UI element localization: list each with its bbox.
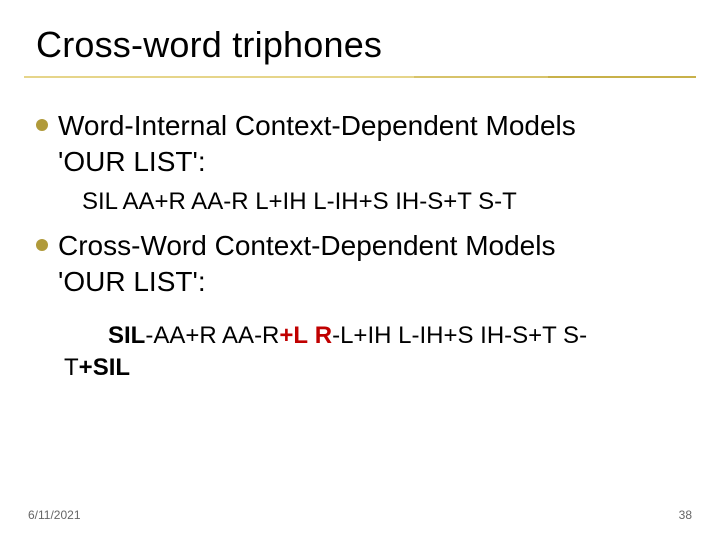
slide-title: Cross-word triphones [36,24,382,66]
bullet-lead: Word-Internal Context-Dependent Models [58,110,576,141]
tri-seg: SIL [108,322,145,349]
tri-seg [308,322,315,349]
bullet-text: Cross-Word Context-Dependent Models 'OUR… [58,228,555,300]
slide: Cross-word triphones Word-Internal Conte… [0,0,720,540]
bullet-sub: SIL AA+R AA-R L+IH L-IH+S IH-S+T S-T [82,186,684,218]
bullet-item: Cross-Word Context-Dependent Models 'OUR… [36,228,684,300]
bullet-text: Word-Internal Context-Dependent Models '… [58,108,576,180]
bullet-icon [36,239,48,251]
tri-seg: +L [279,322,308,349]
bullet-sub-wrap: T+SIL [64,352,684,384]
footer-date: 6/11/2021 [28,508,81,522]
bullet-cont: 'OUR LIST': [58,146,206,177]
bullet-cont: 'OUR LIST': [58,266,206,297]
tri-seg: -L+IH L-IH+S IH-S+T S- [332,322,587,349]
tri-seg: AA-R [222,322,279,349]
footer-page-number: 38 [679,508,692,522]
title-underline [24,76,696,78]
bullet-item: Word-Internal Context-Dependent Models '… [36,108,684,180]
tri-seg: -AA+R [145,322,222,349]
tri-seg: R [315,322,332,349]
bullet-sub: SIL-AA+R AA-R+L R-L+IH L-IH+S IH-S+T S- [108,320,684,352]
tri-seg: +SIL [79,354,130,381]
tri-seg: T [64,354,79,381]
bullet-lead: Cross-Word Context-Dependent Models [58,230,555,261]
slide-body: Word-Internal Context-Dependent Models '… [36,104,684,384]
bullet-icon [36,119,48,131]
